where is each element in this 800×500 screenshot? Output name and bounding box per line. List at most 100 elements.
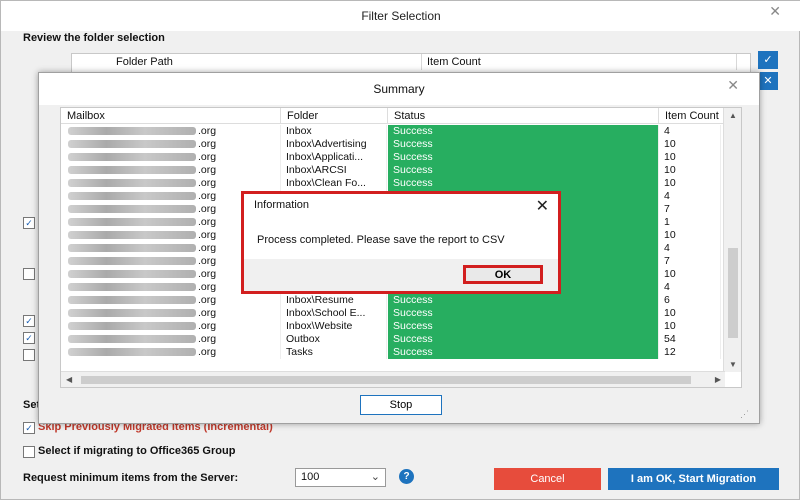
item-count-cell: 10 bbox=[659, 229, 721, 242]
redacted-email bbox=[68, 257, 196, 266]
redacted-email bbox=[68, 283, 196, 292]
mailbox-domain: .org bbox=[198, 268, 217, 280]
mailbox-domain: .org bbox=[198, 307, 217, 319]
redacted-email bbox=[68, 218, 196, 227]
redacted-email bbox=[68, 166, 196, 175]
table-row[interactable]: .org Inbox\Clean Fo... Success 10 bbox=[61, 177, 723, 190]
request-min-items-select[interactable]: 100 ⌄ bbox=[295, 468, 386, 487]
skip-migrated-checkbox[interactable]: ✓ bbox=[23, 422, 35, 434]
ok-button[interactable]: OK bbox=[463, 265, 543, 284]
mailbox-domain: .org bbox=[198, 242, 217, 254]
status-column-header[interactable]: Status bbox=[388, 108, 659, 124]
chevron-down-icon: ⌄ bbox=[370, 471, 380, 483]
item-count-header[interactable]: Item Count bbox=[422, 54, 737, 70]
option-checkbox-1[interactable]: ✓ bbox=[23, 217, 35, 229]
vertical-scroll-thumb[interactable] bbox=[728, 248, 738, 338]
folder-cell: Inbox\School E... bbox=[281, 307, 387, 320]
review-heading: Review the folder selection bbox=[23, 32, 165, 44]
mailbox-cell: .org bbox=[61, 320, 281, 333]
help-icon[interactable]: ? bbox=[399, 469, 414, 484]
close-icon[interactable]: ✕ bbox=[727, 77, 739, 94]
table-row[interactable]: .org Inbox\ARCSI Success 10 bbox=[61, 164, 723, 177]
table-row[interactable]: .org Inbox\Website Success 10 bbox=[61, 320, 723, 333]
information-message: Process completed. Please save the repor… bbox=[257, 234, 505, 246]
item-count-cell: 54 bbox=[659, 333, 721, 346]
table-row[interactable]: .org Inbox Success 4 bbox=[61, 125, 723, 138]
option-checkbox-5[interactable] bbox=[23, 349, 35, 361]
mailbox-cell: .org bbox=[61, 138, 281, 151]
status-cell: Success bbox=[388, 333, 659, 346]
table-row[interactable]: .org Tasks Success 12 bbox=[61, 346, 723, 359]
item-count-cell: 1 bbox=[659, 216, 721, 229]
item-count-cell: 10 bbox=[659, 268, 721, 281]
grid-side-toolbar: ✓ ✕ bbox=[758, 51, 778, 93]
mailbox-domain: .org bbox=[198, 216, 217, 228]
uncheck-all-icon[interactable]: ✕ bbox=[758, 72, 778, 90]
scroll-left-icon[interactable]: ◀ bbox=[66, 375, 72, 384]
status-cell: Success bbox=[388, 164, 659, 177]
table-row[interactable]: .org Inbox\Applicati... Success 10 bbox=[61, 151, 723, 164]
redacted-email bbox=[68, 348, 196, 357]
mailbox-cell: .org bbox=[61, 333, 281, 346]
stop-button[interactable]: Stop bbox=[360, 395, 442, 415]
close-icon[interactable]: ✕ bbox=[769, 3, 781, 20]
status-cell: Success bbox=[388, 177, 659, 190]
summary-title: Summary bbox=[39, 73, 759, 105]
option-checkbox-3[interactable]: ✓ bbox=[23, 315, 35, 327]
folder-cell: Inbox\Applicati... bbox=[281, 151, 387, 164]
summary-table-header: Mailbox Folder Status Item Count bbox=[61, 108, 741, 124]
scroll-right-icon[interactable]: ▶ bbox=[715, 375, 721, 384]
item-count-cell: 7 bbox=[659, 203, 721, 216]
redacted-email bbox=[68, 205, 196, 214]
mailbox-domain: .org bbox=[198, 255, 217, 267]
redacted-email bbox=[68, 270, 196, 279]
scroll-down-icon[interactable]: ▼ bbox=[729, 360, 737, 369]
o365-group-checkbox[interactable] bbox=[23, 446, 35, 458]
mailbox-domain: .org bbox=[198, 138, 217, 150]
mailbox-cell: .org bbox=[61, 346, 281, 359]
folder-path-header[interactable]: Folder Path bbox=[72, 54, 422, 70]
check-all-icon[interactable]: ✓ bbox=[758, 51, 778, 69]
item-count-column-header[interactable]: Item Count bbox=[659, 108, 725, 124]
mailbox-domain: .org bbox=[198, 151, 217, 163]
vertical-scrollbar[interactable]: ▲ ▼ bbox=[723, 108, 741, 372]
o365-group-label: Select if migrating to Office365 Group bbox=[38, 445, 236, 457]
mailbox-cell: .org bbox=[61, 125, 281, 138]
information-title: Information bbox=[254, 199, 310, 211]
folder-cell: Tasks bbox=[281, 346, 387, 359]
redacted-email bbox=[68, 309, 196, 318]
information-dialog: Information ✕ Process completed. Please … bbox=[241, 191, 561, 294]
redacted-email bbox=[68, 322, 196, 331]
scroll-up-icon[interactable]: ▲ bbox=[729, 111, 737, 120]
mailbox-domain: .org bbox=[198, 125, 217, 137]
status-cell: Success bbox=[388, 151, 659, 164]
table-row[interactable]: .org Inbox\School E... Success 10 bbox=[61, 307, 723, 320]
start-migration-button[interactable]: I am OK, Start Migration bbox=[608, 468, 779, 490]
mailbox-domain: .org bbox=[198, 333, 217, 345]
request-min-items-value: 100 bbox=[301, 471, 320, 483]
redacted-email bbox=[68, 192, 196, 201]
mailbox-domain: .org bbox=[198, 203, 217, 215]
cancel-button[interactable]: Cancel bbox=[494, 468, 601, 490]
option-checkbox-2[interactable] bbox=[23, 268, 35, 280]
redacted-email bbox=[68, 335, 196, 344]
mailbox-cell: .org bbox=[61, 177, 281, 190]
folder-cell: Inbox\Resume bbox=[281, 294, 387, 307]
horizontal-scroll-thumb[interactable] bbox=[81, 376, 691, 384]
mailbox-column-header[interactable]: Mailbox bbox=[61, 108, 281, 124]
close-icon[interactable]: ✕ bbox=[536, 196, 549, 216]
resize-grip-icon[interactable]: ⋰ bbox=[740, 409, 749, 420]
table-row[interactable]: .org Inbox\Advertising Success 10 bbox=[61, 138, 723, 151]
table-row[interactable]: .org Outbox Success 54 bbox=[61, 333, 723, 346]
status-cell: Success bbox=[388, 346, 659, 359]
folder-column-header[interactable]: Folder bbox=[281, 108, 388, 124]
table-row[interactable]: .org Inbox\Resume Success 6 bbox=[61, 294, 723, 307]
status-cell: Success bbox=[388, 125, 659, 138]
status-cell: Success bbox=[388, 294, 659, 307]
option-checkbox-4[interactable]: ✓ bbox=[23, 332, 35, 344]
redacted-email bbox=[68, 140, 196, 149]
redacted-email bbox=[68, 153, 196, 162]
mailbox-domain: .org bbox=[198, 177, 217, 189]
horizontal-scrollbar[interactable]: ◀ ▶ bbox=[61, 371, 725, 387]
redacted-email bbox=[68, 296, 196, 305]
